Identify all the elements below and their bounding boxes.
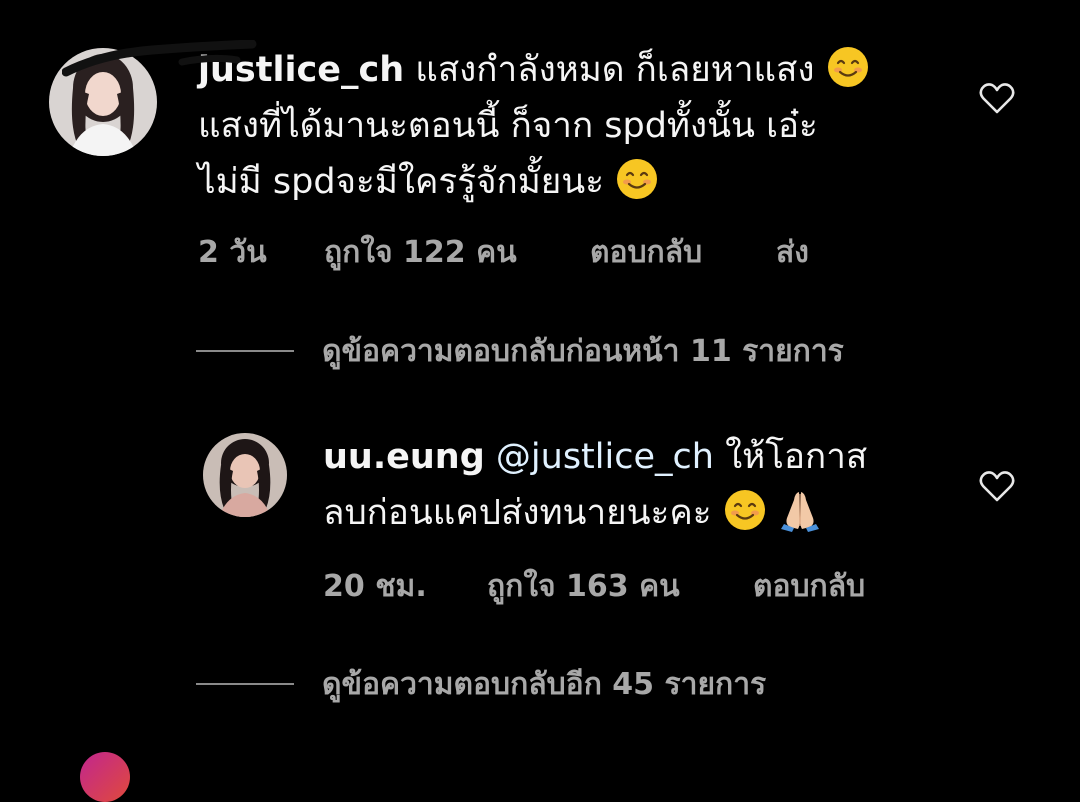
like-heart-icon[interactable] [979,82,1015,114]
reply-line-1-text: ให้โอกาส [725,437,868,477]
comment-line-1: justlice_ch แสงกำลังหมด ก็เลยหาแสง [198,42,870,98]
like-heart-icon[interactable] [979,470,1015,502]
view-previous-replies-label[interactable]: ดูข้อความตอบกลับก่อนหน้า 11 รายการ [322,328,844,375]
send-button[interactable]: ส่ง [776,229,809,276]
reply-avatar[interactable] [203,433,287,517]
reply-reply-button[interactable]: ตอบกลับ [753,563,865,610]
reply-button[interactable]: ตอบกลับ [590,229,702,276]
view-more-replies-label[interactable]: ดูข้อความตอบกลับอีก 45 รายการ [322,661,766,708]
smiling-face-icon [724,490,765,530]
comment-time: 2 วัน [198,235,267,270]
comment-likes-count[interactable]: ถูกใจ 122 คน [324,229,517,276]
reply-avatar-image [203,433,287,517]
comment-text: justlice_ch แสงกำลังหมด ก็เลยหาแสง แสงที… [198,42,870,210]
reply-mention-link[interactable]: @justlice_ch [496,437,714,477]
avatar-image [49,48,157,156]
comment-line-3-text: ไม่มี spdจะมีใครรู้จักมั้ยนะ [198,162,605,202]
reply-line-2-text: ลบก่อนแคปส่งทนายนะคะ [323,493,712,533]
reply-meta: 20 ชม. ถูกใจ 163 คน ตอบกลับ [323,563,1023,604]
comment-line-3: ไม่มี spdจะมีใครรู้จักมั้ยนะ [198,154,870,210]
comment-line-1-text: แสงกำลังหมด ก็เลยหาแสง [415,50,815,90]
view-more-replies[interactable]: ดูข้อความตอบกลับอีก 45 รายการ [196,661,956,702]
reply-line-1: uu.eung @justlice_ch ให้โอกาส [323,429,867,485]
folded-hands-icon [780,492,819,532]
reply-username[interactable]: uu.eung [323,437,485,477]
divider-line [196,350,294,352]
view-previous-replies[interactable]: ดูข้อความตอบกลับก่อนหน้า 11 รายการ [196,328,956,369]
smiling-face-icon [827,47,868,87]
reply-line-2: ลบก่อนแคปส่งทนายนะคะ [323,485,867,541]
comment-meta: 2 วัน ถูกใจ 122 คน ตอบกลับ ส่ง [198,229,898,270]
divider-line [196,683,294,685]
reply-likes-count[interactable]: ถูกใจ 163 คน [487,563,680,610]
reply-time: 20 ชม. [323,569,427,604]
smiling-face-icon [617,159,658,199]
avatar[interactable] [49,48,157,156]
comment-line-2: แสงที่ได้มานะตอนนี้ ก็จาก spdทั้งนั้น เอ… [198,106,818,146]
reply-text: uu.eung @justlice_ch ให้โอกาส ลบก่อนแคปส… [323,429,867,541]
comment-username[interactable]: justlice_ch [198,50,404,90]
